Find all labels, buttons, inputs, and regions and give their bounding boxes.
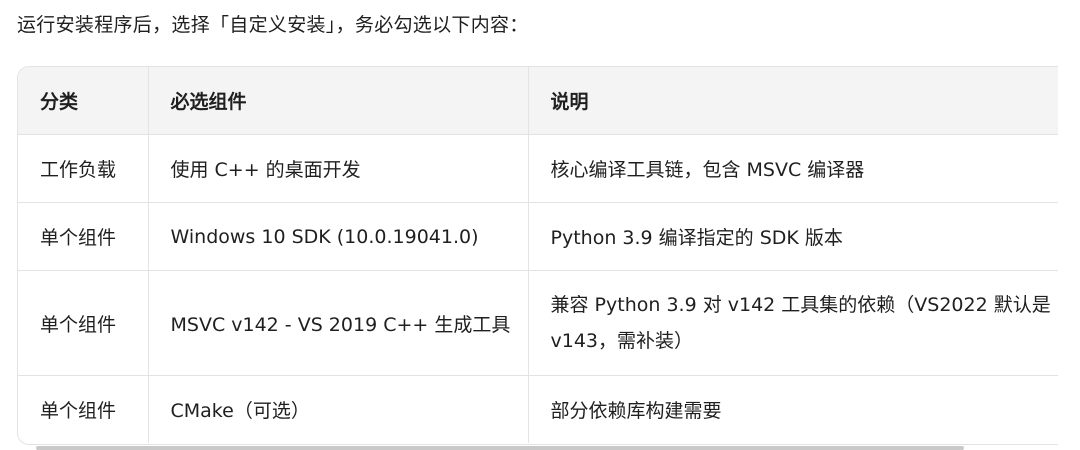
cell-description: Python 3.9 编译指定的 SDK 版本	[528, 202, 1058, 271]
cell-component: Windows 10 SDK (10.0.19041.0)	[148, 202, 529, 271]
cell-category: 工作负载	[18, 134, 149, 203]
header-description: 说明	[528, 67, 1058, 135]
header-required-component: 必选组件	[148, 67, 529, 135]
cell-category: 单个组件	[18, 375, 149, 443]
components-table-container: 分类 必选组件 说明 工作负载 使用 C++ 的桌面开发 核心编译工具链，包含 …	[17, 66, 1058, 445]
table-row: 单个组件 Windows 10 SDK (10.0.19041.0) Pytho…	[18, 202, 1058, 271]
header-category: 分类	[18, 67, 149, 135]
page: 运行安装程序后，选择「自定义安装」，务必勾选以下内容： 分类 必选组件 说明 工…	[0, 0, 1080, 450]
cell-component: 使用 C++ 的桌面开发	[148, 134, 529, 203]
cell-component: MSVC v142 - VS 2019 C++ 生成工具	[148, 270, 529, 376]
cell-category: 单个组件	[18, 270, 149, 376]
cell-description: 兼容 Python 3.9 对 v142 工具集的依赖（VS2022 默认是 v…	[528, 270, 1058, 376]
components-table: 分类 必选组件 说明 工作负载 使用 C++ 的桌面开发 核心编译工具链，包含 …	[18, 67, 1058, 443]
table-header-row: 分类 必选组件 说明	[18, 67, 1058, 135]
intro-text: 运行安装程序后，选择「自定义安装」，务必勾选以下内容：	[17, 14, 529, 36]
horizontal-scrollbar[interactable]	[36, 446, 964, 450]
cell-component: CMake（可选）	[148, 375, 529, 443]
table-row: 工作负载 使用 C++ 的桌面开发 核心编译工具链，包含 MSVC 编译器	[18, 134, 1058, 203]
table-row: 单个组件 CMake（可选） 部分依赖库构建需要	[18, 375, 1058, 443]
cell-category: 单个组件	[18, 202, 149, 271]
table-row: 单个组件 MSVC v142 - VS 2019 C++ 生成工具 兼容 Pyt…	[18, 270, 1058, 376]
cell-description: 核心编译工具链，包含 MSVC 编译器	[528, 134, 1058, 203]
cell-description: 部分依赖库构建需要	[550, 400, 722, 422]
